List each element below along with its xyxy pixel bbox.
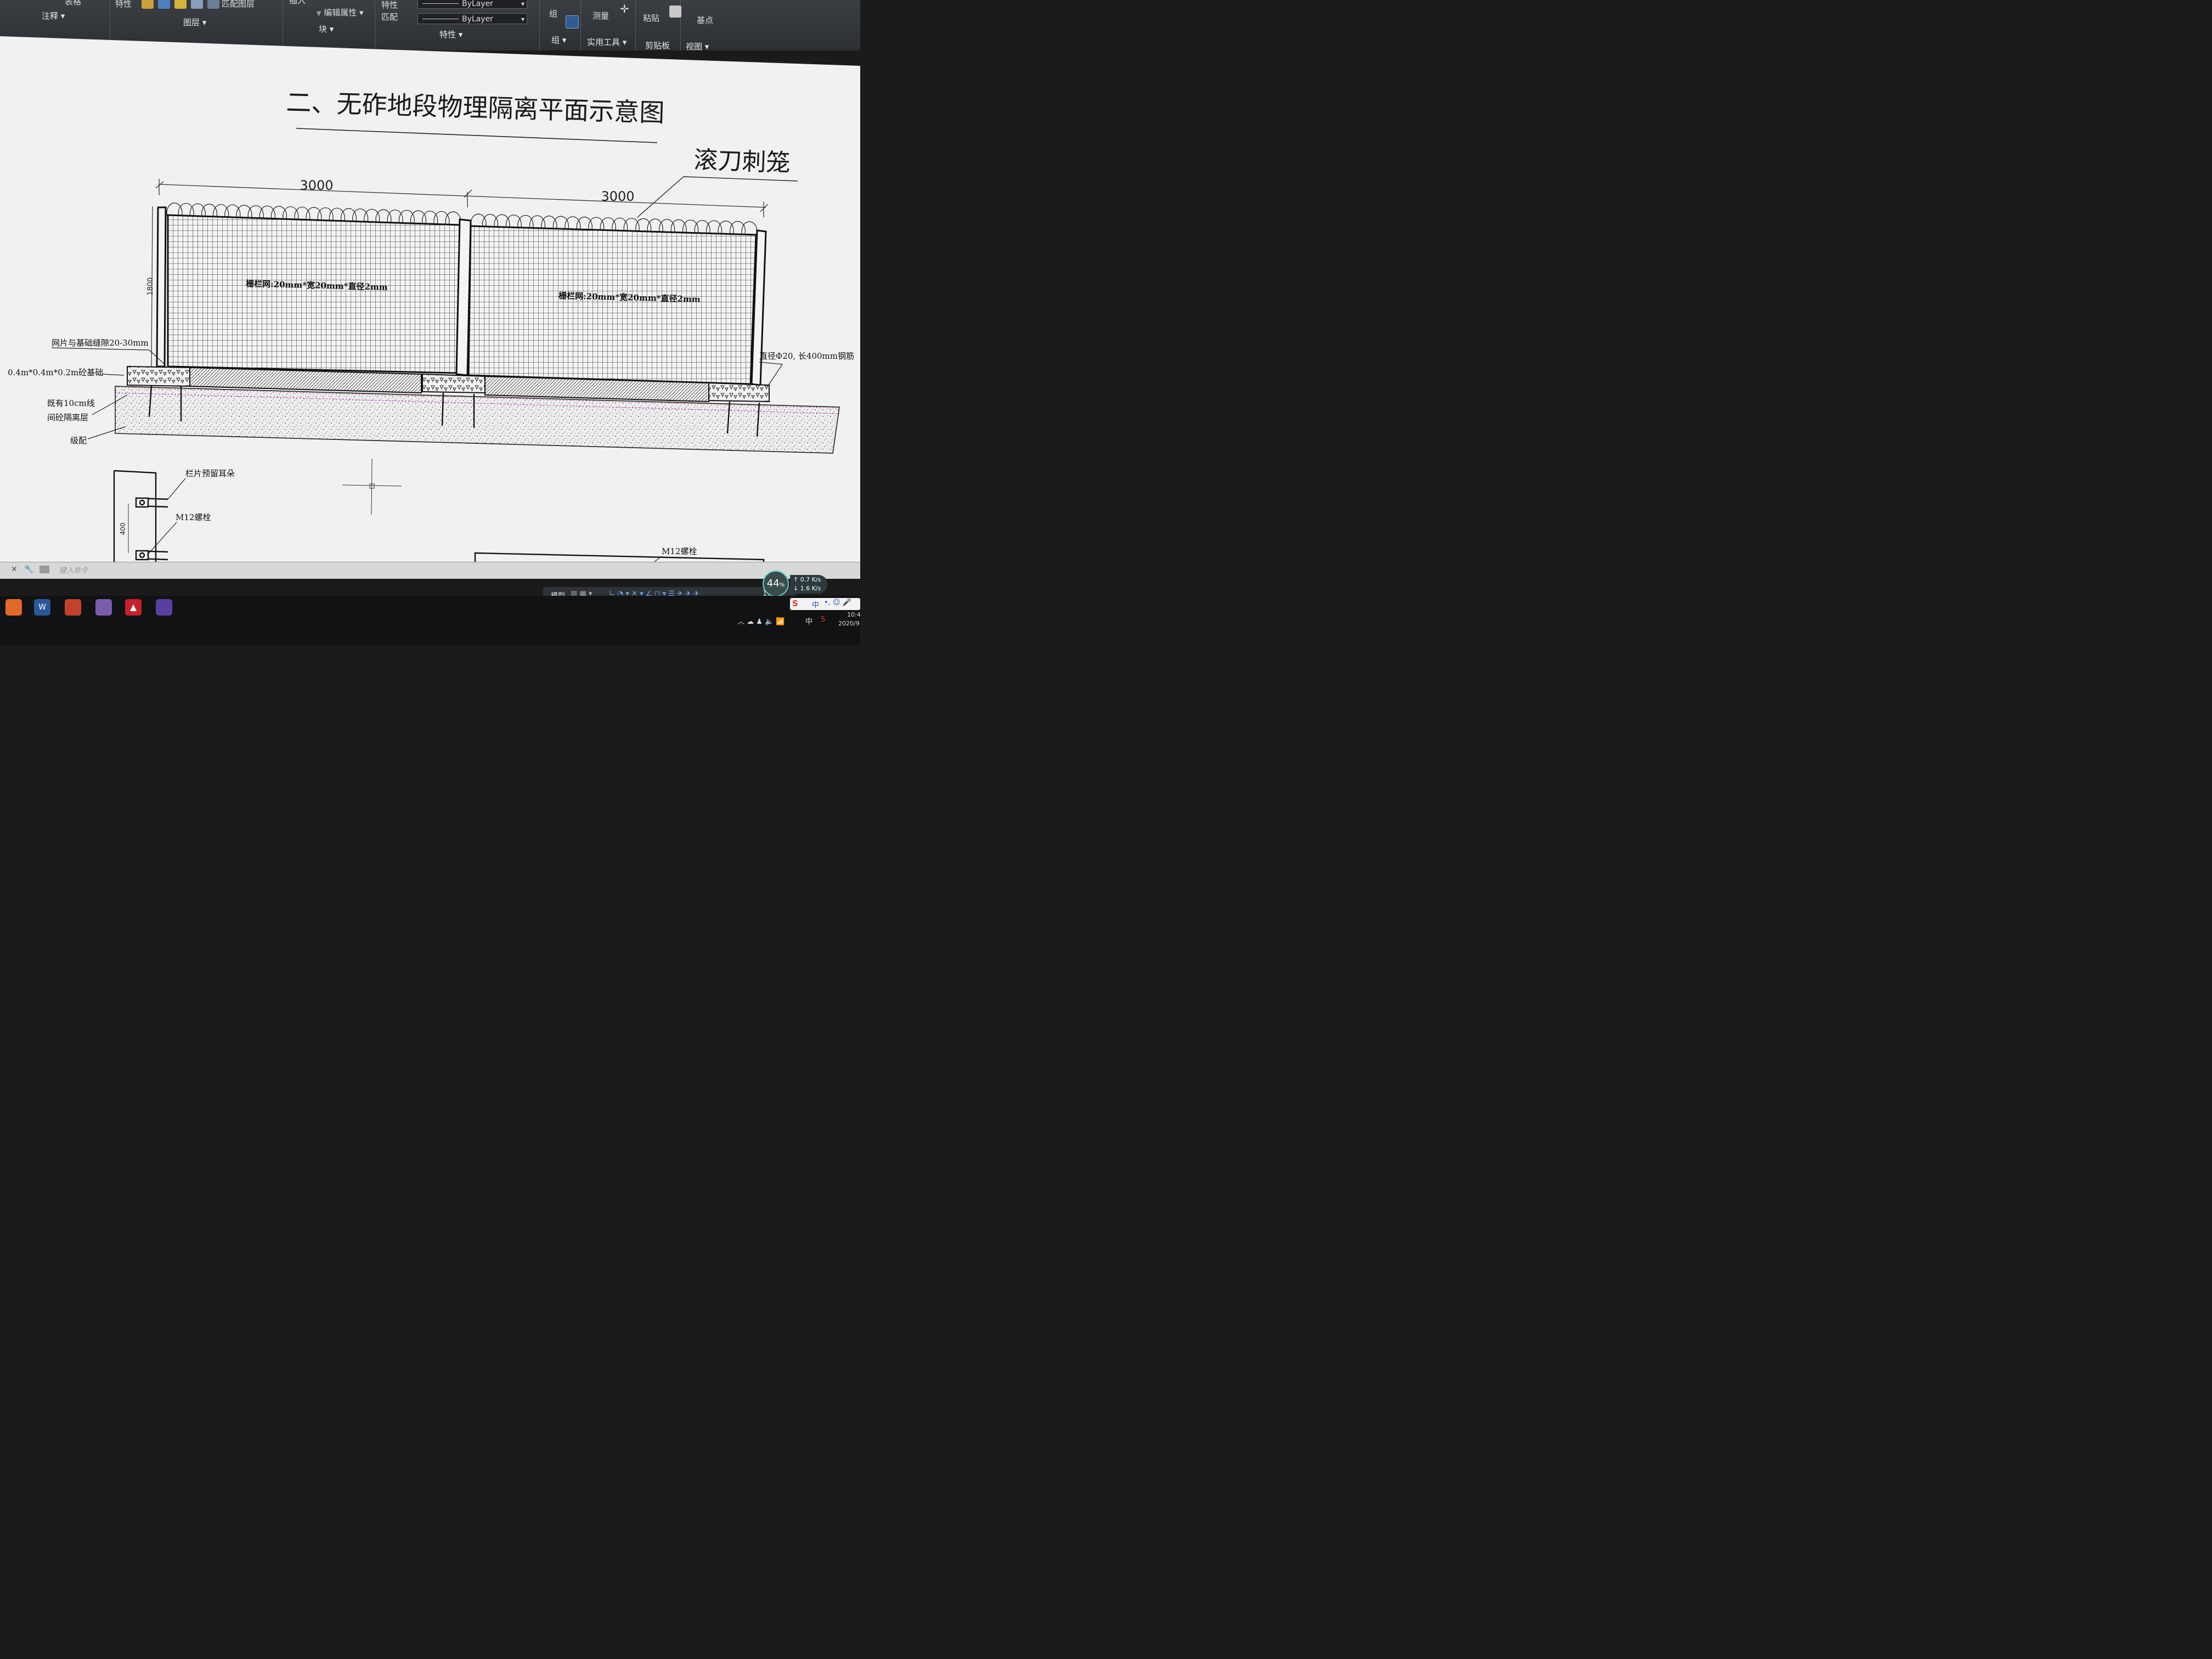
layers-panel-title[interactable]: 图层 ▾ bbox=[183, 16, 206, 28]
command-input[interactable]: 键入命令 bbox=[59, 565, 88, 575]
base-point-button[interactable]: 基点 bbox=[697, 14, 713, 26]
linetype-dropdown[interactable]: ByLayer bbox=[417, 0, 527, 9]
point-icon[interactable]: ✛ bbox=[620, 2, 629, 15]
grade-label: 级配 bbox=[70, 436, 87, 445]
group-select-icon[interactable] bbox=[566, 15, 579, 29]
tray-sogou-icon[interactable]: S bbox=[821, 616, 825, 624]
fence-panel-right bbox=[467, 225, 757, 385]
ime-tool-icons[interactable]: •, ☺ 🎤 bbox=[824, 599, 851, 607]
word-icon[interactable]: W bbox=[34, 599, 50, 616]
wrench-icon[interactable]: 🔧 bbox=[24, 565, 33, 574]
network-speed-widget: 44% ↑ 0.7 K/s ↓ 1.6 K/s bbox=[763, 571, 828, 597]
tray-icons[interactable]: ︿ ☁ ♟ 🔈 📶 bbox=[737, 616, 785, 626]
clock-date[interactable]: 2020/9 bbox=[838, 620, 860, 627]
dim-left-label: 3000 bbox=[300, 178, 333, 193]
bolt-label-1: M12螺栓 bbox=[176, 512, 211, 522]
gap-label: 网片与基础缝隙20-30mm bbox=[52, 338, 149, 348]
memory-usage-gauge[interactable]: 44% bbox=[763, 571, 789, 597]
block-panel-title[interactable]: 块 ▾ bbox=[319, 23, 334, 35]
dim-right-label: 3000 bbox=[601, 189, 634, 204]
table-button[interactable]: 表格 bbox=[65, 0, 81, 7]
upload-speed: ↑ 0.7 K/s bbox=[793, 576, 821, 583]
app-icon-1[interactable] bbox=[5, 599, 22, 616]
layer-iso-icon[interactable] bbox=[158, 0, 170, 9]
app-icon-4[interactable] bbox=[95, 599, 112, 616]
group-button[interactable]: 组 bbox=[549, 8, 557, 19]
match-properties-label-2[interactable]: 匹配 bbox=[381, 11, 398, 22]
recent-commands-icon[interactable] bbox=[40, 566, 49, 573]
foundation-label: 0.4m*0.4m*0.2m砼基础 bbox=[8, 368, 103, 377]
download-speed: ↓ 1.6 K/s bbox=[793, 585, 821, 592]
lineweight-dropdown[interactable]: ByLayer bbox=[417, 13, 527, 25]
match-properties-label-1[interactable]: 特性 bbox=[381, 0, 398, 10]
dim-400-label: 400 bbox=[119, 523, 127, 535]
command-line: ✕ 🔧 键入命令 bbox=[0, 562, 860, 579]
clock-time[interactable]: 10:4 bbox=[847, 611, 861, 618]
autocad-icon[interactable]: ▲ bbox=[125, 599, 142, 616]
layer-label-1: 既有10cm线 bbox=[47, 398, 95, 408]
tray-ime-label[interactable]: 中 bbox=[805, 616, 812, 626]
close-icon[interactable]: ✕ bbox=[11, 565, 18, 574]
ear-label: 栏片预留耳朵 bbox=[185, 469, 235, 478]
layer-state-icon[interactable] bbox=[142, 0, 154, 9]
measure-button[interactable]: 测量 bbox=[592, 10, 609, 21]
annotation-panel-title[interactable]: 注释 ▾ bbox=[42, 10, 65, 21]
layer-label-2: 间砼隔离层 bbox=[47, 413, 88, 422]
edit-attributes-button[interactable]: ⩔ 编辑属性 ▾ bbox=[317, 7, 364, 18]
razor-wire-label: 滚刀刺笼 bbox=[693, 146, 791, 177]
layer-freeze-icon[interactable] bbox=[174, 0, 187, 9]
matlab-icon[interactable] bbox=[65, 599, 81, 616]
insert-button[interactable]: 插入 bbox=[289, 0, 306, 6]
sogou-icon: S bbox=[792, 599, 798, 608]
ime-mode-label[interactable]: 中 bbox=[812, 599, 819, 610]
properties-top-button[interactable]: 特性 bbox=[115, 0, 132, 9]
layer-lock-icon[interactable] bbox=[191, 0, 203, 9]
paste-button[interactable]: 粘贴 bbox=[643, 12, 659, 24]
fence-panel-left bbox=[167, 214, 461, 374]
pdf-icon[interactable] bbox=[156, 599, 172, 616]
match-layer-button[interactable]: 匹配图层 bbox=[222, 0, 255, 9]
taskbar: W ▲ S 中 •, ☺ 🎤 ︿ ☁ ♟ 🔈 📶 中 S 10:4 2020/9 bbox=[0, 596, 861, 645]
drawing-canvas[interactable]: 二、无砟地段物理隔离平面示意图 滚刀刺笼 3000 3000 1800 栅栏网:… bbox=[0, 36, 860, 574]
bolt-label-2: M12螺栓 bbox=[662, 546, 697, 556]
copy-icon[interactable] bbox=[669, 5, 681, 18]
rebar-label: 直径Φ20, 长400mm钢筋 bbox=[759, 351, 854, 361]
dim-height-label: 1800 bbox=[146, 277, 155, 295]
layer-match-icon[interactable] bbox=[207, 0, 219, 9]
ime-toolbar[interactable]: S 中 •, ☺ 🎤 bbox=[790, 598, 860, 610]
